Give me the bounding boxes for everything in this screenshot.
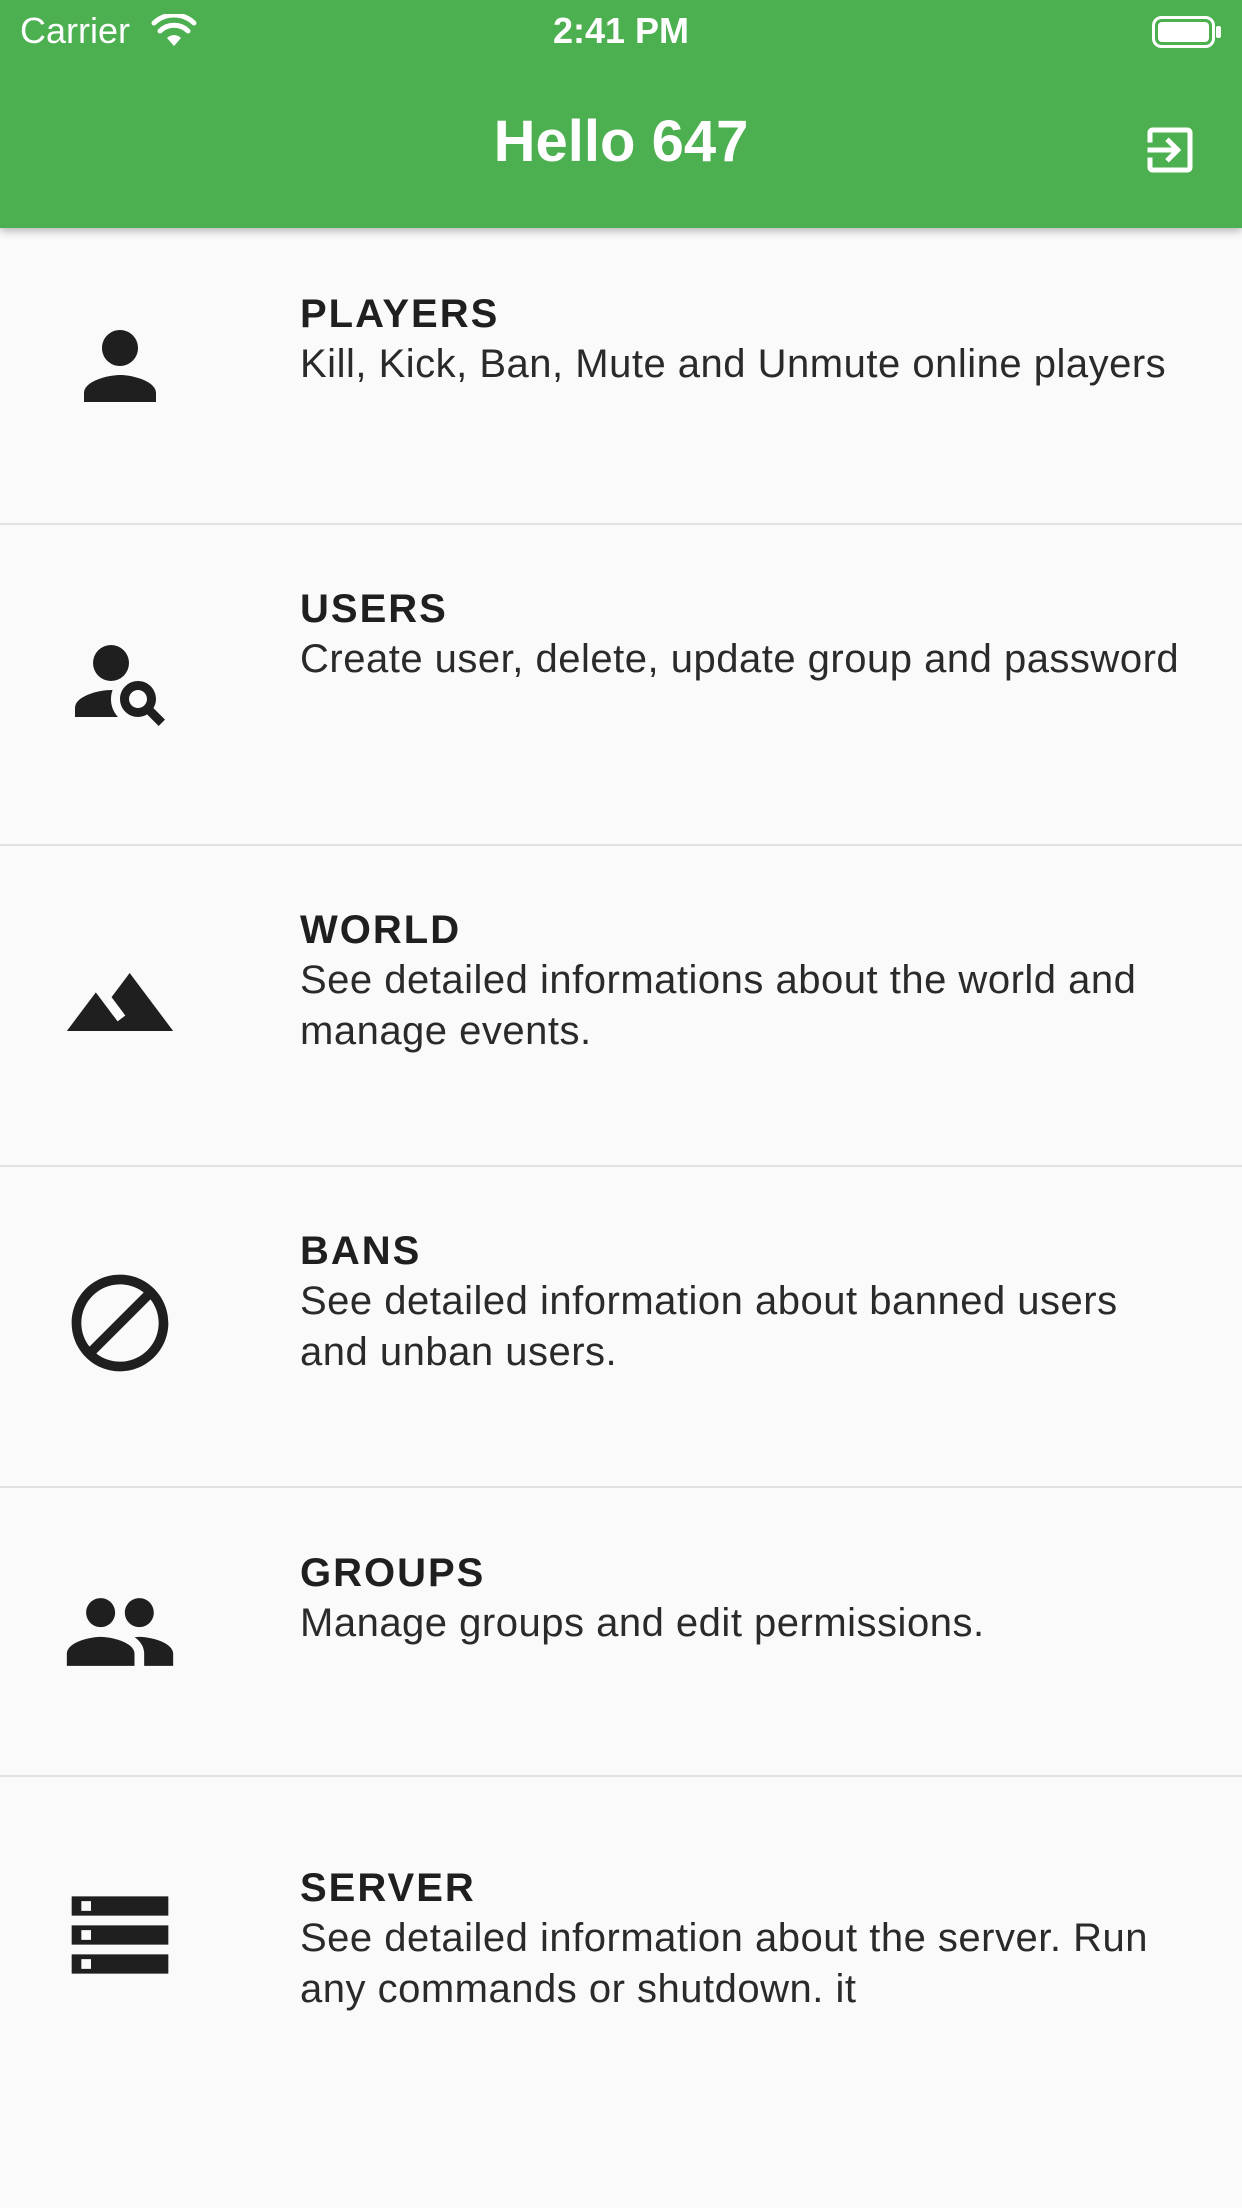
logout-button[interactable] bbox=[1130, 110, 1210, 190]
menu-item-groups[interactable]: GROUPS Manage groups and edit permission… bbox=[0, 1488, 1242, 1777]
menu-item-description: Create user, delete, update group and pa… bbox=[300, 637, 1180, 681]
menu-item-title: BANS bbox=[300, 1229, 422, 1273]
block-icon bbox=[62, 1265, 178, 1381]
menu-item-world[interactable]: WORLD See detailed informations about th… bbox=[0, 846, 1242, 1167]
menu-item-title: WORLD bbox=[300, 908, 462, 952]
battery-icon bbox=[1152, 16, 1221, 48]
menu-item-description: Kill, Kick, Ban, Mute and Unmute online … bbox=[300, 342, 1167, 386]
menu-item-description: See detailed informations about the worl… bbox=[300, 958, 1137, 1053]
menu-list: PLAYERS Kill, Kick, Ban, Mute and Unmute… bbox=[0, 228, 1242, 2097]
menu-item-title: PLAYERS bbox=[300, 292, 500, 336]
storage-icon bbox=[62, 1877, 178, 1993]
menu-item-description: Manage groups and edit permissions. bbox=[300, 1601, 985, 1645]
menu-item-users[interactable]: USERS Create user, delete, update group … bbox=[0, 525, 1242, 846]
menu-item-title: GROUPS bbox=[300, 1551, 486, 1595]
status-bar: Carrier 2:41 PM bbox=[0, 0, 1242, 62]
logout-icon bbox=[1147, 127, 1193, 173]
menu-item-title: SERVER bbox=[300, 1866, 476, 1910]
status-time: 2:41 PM bbox=[552, 10, 690, 51]
menu-item-players[interactable]: PLAYERS Kill, Kick, Ban, Mute and Unmute… bbox=[0, 228, 1242, 525]
people-icon bbox=[62, 1574, 178, 1690]
app-bar: Carrier 2:41 PM Hello 647 bbox=[0, 0, 1242, 228]
menu-item-title: USERS bbox=[300, 587, 448, 631]
person-search-icon bbox=[62, 623, 178, 739]
menu-item-description: See detailed information about the serve… bbox=[300, 1916, 1148, 2011]
menu-item-description: See detailed information about banned us… bbox=[300, 1279, 1118, 1374]
person-icon bbox=[62, 308, 178, 424]
page-title: Hello 647 bbox=[493, 109, 749, 174]
terrain-icon bbox=[62, 944, 178, 1060]
menu-item-server[interactable]: SERVER See detailed information about th… bbox=[0, 1777, 1242, 2097]
menu-item-bans[interactable]: BANS See detailed information about bann… bbox=[0, 1167, 1242, 1488]
